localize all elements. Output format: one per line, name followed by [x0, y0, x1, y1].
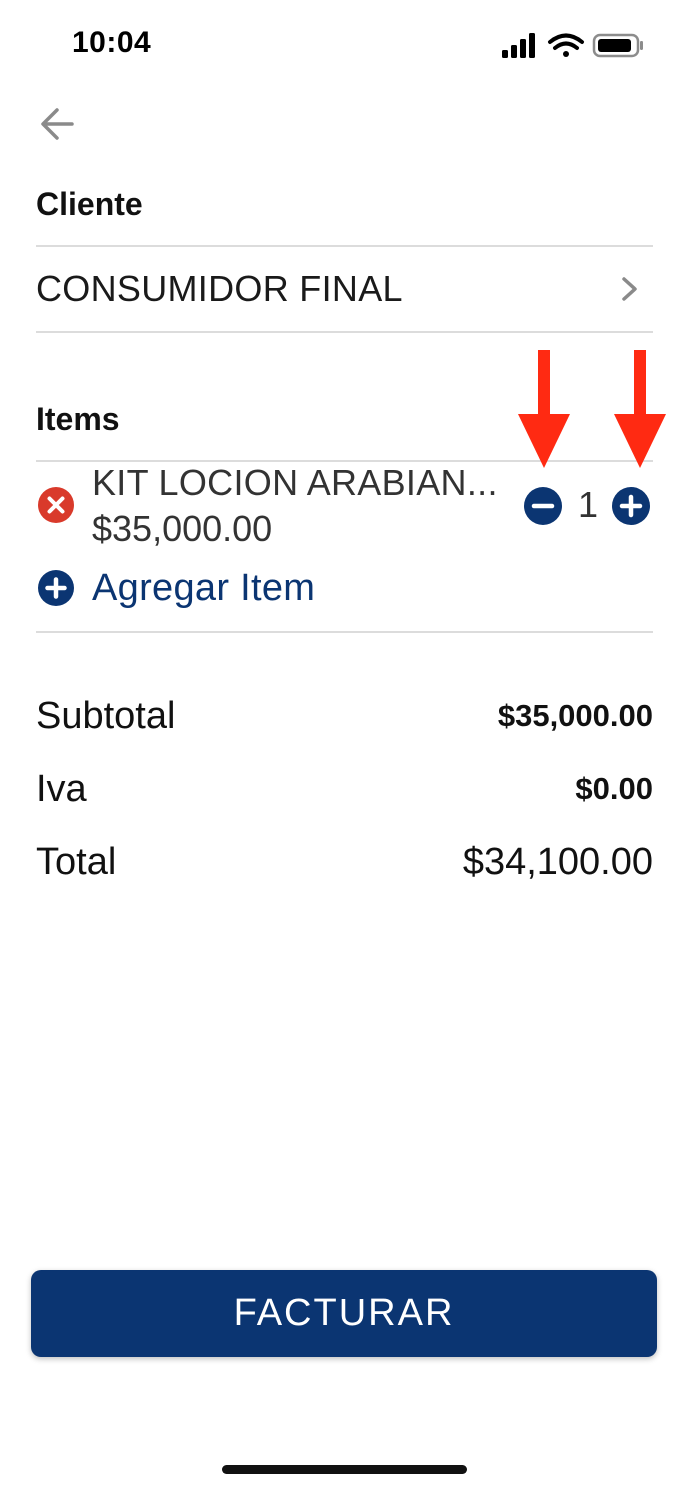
increase-quantity-button[interactable] — [612, 487, 650, 525]
plus-circle-icon — [38, 570, 74, 606]
add-item-label: Agregar Item — [92, 566, 316, 609]
subtotal-label: Subtotal — [36, 694, 176, 737]
item-price: $35,000.00 — [92, 508, 273, 549]
total-label: Total — [36, 840, 117, 883]
signal-wifi-battery-icons — [502, 33, 643, 58]
subtotal-value: $35,000.00 — [497, 698, 653, 733]
cellular-signal-icon — [502, 33, 535, 58]
home-indicator[interactable] — [222, 1465, 467, 1474]
battery-icon — [592, 33, 643, 58]
status-icons — [500, 30, 646, 62]
total-value: $34,100.00 — [462, 840, 653, 883]
iva-value: $0.00 — [575, 771, 653, 806]
add-item-button[interactable]: Agregar Item — [38, 566, 315, 610]
quantity-value: 1 — [577, 484, 599, 525]
iva-row: Iva $0.00 — [36, 765, 653, 813]
minus-circle-icon — [524, 487, 562, 525]
total-row: Total $34,100.00 — [36, 838, 653, 886]
plus-circle-icon — [612, 487, 650, 525]
invoice-submit-button[interactable]: FACTURAR — [31, 1270, 657, 1357]
status-time: 10:04 — [72, 26, 152, 59]
divider — [36, 245, 653, 247]
remove-circle-icon — [38, 487, 74, 523]
items-section-label: Items — [36, 401, 120, 437]
remove-item-button[interactable] — [38, 487, 74, 523]
chevron-right-icon — [622, 277, 637, 301]
client-name: CONSUMIDOR FINAL — [36, 268, 403, 309]
divider — [36, 631, 653, 633]
arrow-left-icon — [41, 108, 74, 140]
client-selector[interactable]: CONSUMIDOR FINAL — [36, 248, 653, 330]
wifi-icon — [548, 33, 584, 57]
iva-label: Iva — [36, 767, 87, 810]
annotation-arrow-icon — [518, 350, 570, 468]
back-button[interactable] — [36, 102, 82, 146]
subtotal-row: Subtotal $35,000.00 — [36, 692, 653, 740]
annotation-arrow-icon — [614, 350, 666, 468]
client-section-label: Cliente — [36, 186, 143, 222]
decrease-quantity-button[interactable] — [524, 487, 562, 525]
item-name: KIT LOCION ARABIAN... — [92, 462, 498, 503]
divider — [36, 331, 653, 333]
